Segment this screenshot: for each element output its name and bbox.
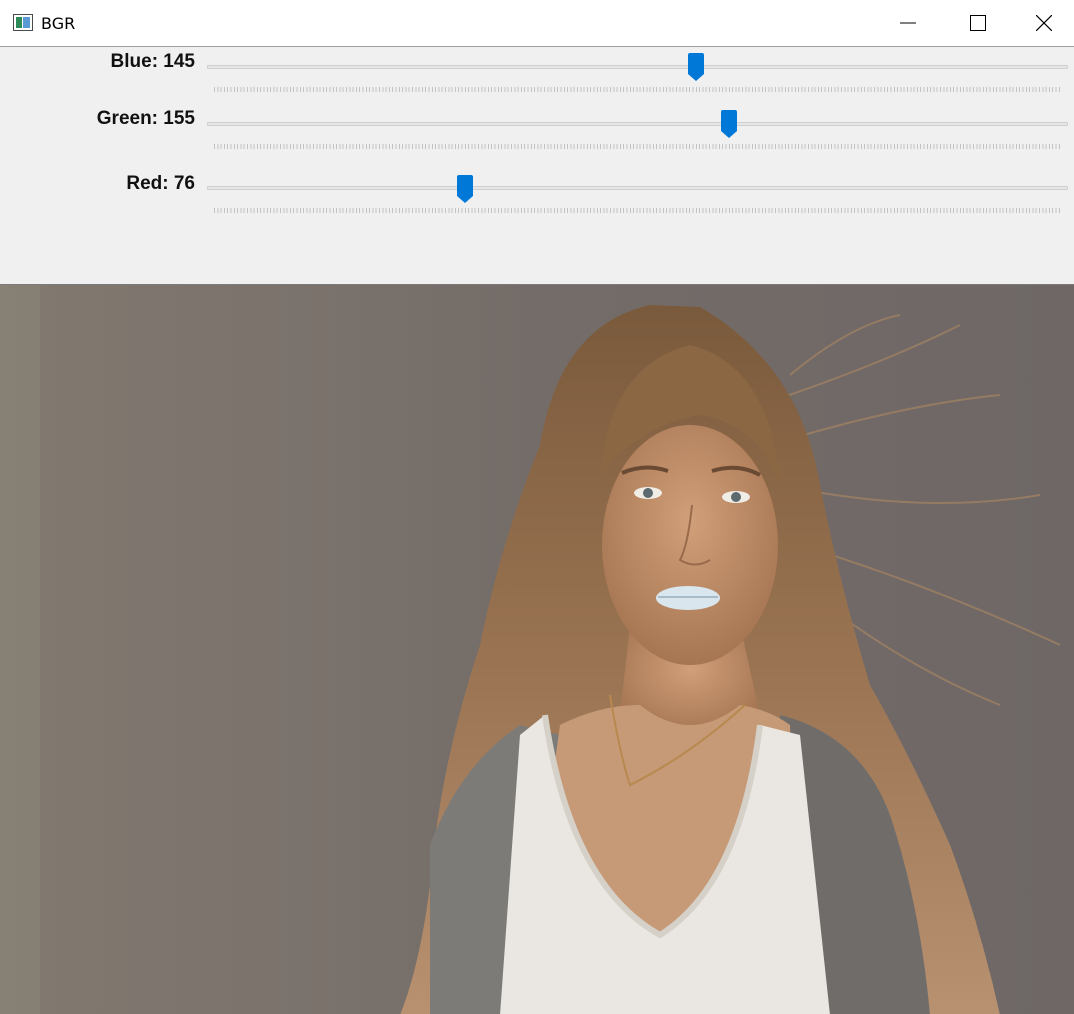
app-window: BGR Blue: 145 Green: 155 Red: 76	[0, 0, 1074, 1014]
title-bar[interactable]: BGR	[0, 0, 1074, 47]
trackbar-label-red: Red: 76	[126, 173, 195, 194]
trackbar-thumb-blue[interactable]	[687, 53, 705, 82]
trackbar-track-green[interactable]	[207, 122, 1068, 126]
trackbar-track-blue[interactable]	[207, 65, 1068, 69]
minimize-icon	[900, 22, 916, 24]
window-title: BGR	[41, 14, 76, 33]
maximize-button[interactable]	[943, 0, 1013, 46]
portrait-photo	[0, 284, 1074, 1014]
app-window-icon	[13, 14, 33, 31]
trackbar-ticks-green	[214, 144, 1061, 149]
close-button[interactable]	[1013, 0, 1074, 46]
minimize-button[interactable]	[873, 0, 943, 46]
photo-illustration	[0, 285, 1074, 1014]
close-icon	[1036, 15, 1052, 31]
trackbar-ticks-red	[214, 208, 1061, 213]
trackbar-ticks-blue	[214, 87, 1061, 92]
trackbar-panel: Blue: 145 Green: 155 Red: 76	[0, 47, 1074, 284]
trackbar-thumb-green[interactable]	[720, 110, 738, 139]
trackbar-thumb-red[interactable]	[456, 175, 474, 204]
trackbar-label-blue: Blue: 145	[110, 51, 195, 72]
maximize-icon	[970, 15, 986, 31]
trackbar-label-green: Green: 155	[96, 108, 195, 129]
trackbar-track-red[interactable]	[207, 186, 1068, 190]
